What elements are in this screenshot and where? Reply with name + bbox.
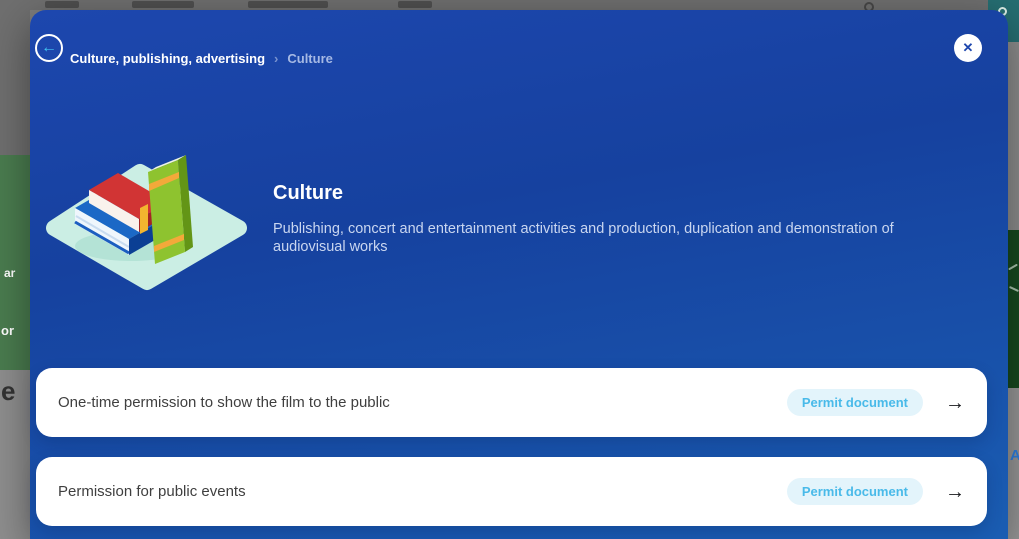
banner-graphic bbox=[1008, 264, 1018, 271]
background-banner-strip bbox=[1008, 230, 1019, 388]
background-strip bbox=[0, 10, 30, 155]
background-nav-text bbox=[45, 1, 79, 8]
arrow-right-icon: → bbox=[945, 482, 965, 502]
banner-graphic bbox=[1009, 286, 1019, 292]
service-title: Permission for public events bbox=[58, 483, 787, 500]
background-nav-text bbox=[132, 1, 194, 8]
background-topbar bbox=[0, 0, 993, 10]
breadcrumb: Culture, publishing, advertising › Cultu… bbox=[70, 51, 333, 66]
service-list: One-time permission to show the film to … bbox=[36, 368, 987, 526]
page-description: Publishing, concert and entertainment ac… bbox=[273, 221, 923, 256]
user-icon bbox=[864, 2, 874, 10]
screen: ar or e A ← Culture, publishing, adverti… bbox=[0, 0, 1019, 539]
close-button[interactable]: ✕ bbox=[954, 34, 982, 62]
chevron-right-icon: › bbox=[274, 51, 278, 66]
service-card-film-permission[interactable]: One-time permission to show the film to … bbox=[36, 368, 987, 437]
books-illustration bbox=[45, 150, 255, 300]
service-category-modal: ← Culture, publishing, advertising › Cul… bbox=[30, 10, 1008, 539]
hero-text: Culture Publishing, concert and entertai… bbox=[273, 181, 933, 256]
arrow-left-icon: ← bbox=[41, 39, 57, 57]
background-nav-text bbox=[248, 1, 328, 8]
permit-document-badge: Permit document bbox=[787, 389, 923, 416]
background-text-fragment: A bbox=[1010, 447, 1019, 464]
background-text-fragment: ar bbox=[4, 266, 15, 280]
permit-document-badge: Permit document bbox=[787, 478, 923, 505]
arrow-right-icon: → bbox=[945, 393, 965, 413]
background-text-fragment: e bbox=[1, 376, 15, 407]
background-strip bbox=[1008, 42, 1019, 230]
service-card-public-events[interactable]: Permission for public events Permit docu… bbox=[36, 457, 987, 526]
service-title: One-time permission to show the film to … bbox=[58, 394, 787, 411]
books-illustration-svg bbox=[45, 150, 255, 300]
page-title: Culture bbox=[273, 181, 933, 205]
background-nav-text bbox=[398, 1, 432, 8]
back-button[interactable]: ← bbox=[35, 34, 63, 62]
close-icon: ✕ bbox=[963, 40, 974, 56]
background-text-fragment: or bbox=[1, 323, 14, 338]
breadcrumb-item-parent[interactable]: Culture, publishing, advertising bbox=[70, 51, 265, 66]
breadcrumb-item-current: Culture bbox=[287, 51, 333, 66]
